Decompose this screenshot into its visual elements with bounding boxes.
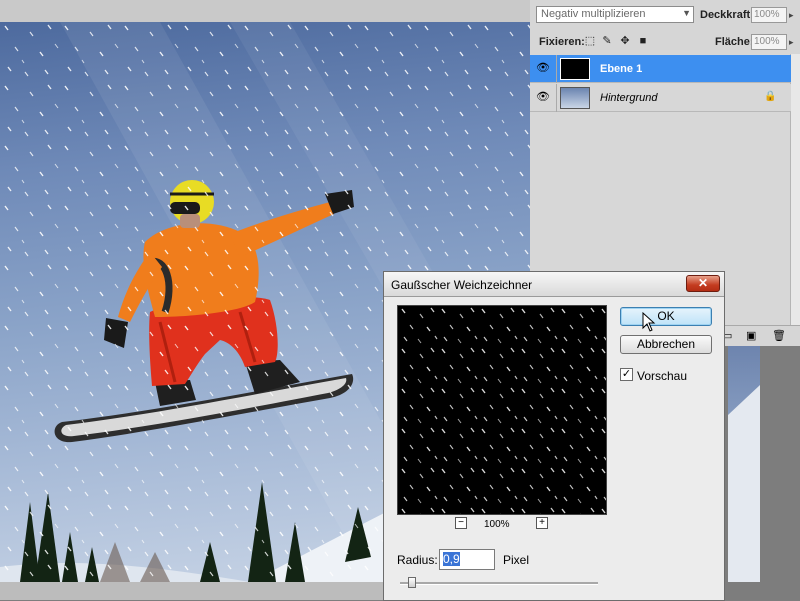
blur-preview[interactable] — [397, 305, 607, 515]
document-tab-strip — [0, 0, 530, 23]
cancel-button[interactable]: Abbrechen — [620, 335, 712, 354]
radius-slider-thumb[interactable] — [408, 577, 416, 588]
radius-label: Radius: — [397, 553, 438, 567]
cursor-icon — [642, 312, 656, 332]
preview-snow-image — [398, 306, 606, 514]
zoom-level: 100% — [484, 519, 510, 530]
fill-label: Fläche: — [715, 36, 754, 48]
ok-button[interactable]: OK — [620, 307, 712, 326]
fill-arrow-icon[interactable]: ▸ — [789, 37, 794, 48]
layer-thumbnail — [560, 87, 590, 109]
layer-name: Ebene 1 — [600, 63, 643, 75]
checkmark-icon: ✓ — [621, 368, 632, 380]
blend-mode-select[interactable]: Negativ multiplizieren ▼ — [536, 6, 694, 23]
close-button[interactable]: ✕ — [686, 275, 720, 292]
radius-unit-label: Pixel — [503, 553, 530, 567]
dialog-titlebar[interactable]: Gaußscher Weichzeichner ✕ — [384, 272, 724, 297]
opacity-arrow-icon[interactable]: ▸ — [789, 10, 794, 21]
eye-icon[interactable]: 👁 — [536, 90, 550, 104]
layer-name: Hintergrund — [600, 92, 658, 104]
lock-transparency-icon[interactable]: ⬚ — [584, 35, 596, 47]
opacity-input[interactable]: 100% — [751, 7, 787, 23]
chevron-down-icon: ▼ — [682, 8, 691, 18]
layer-thumbnail — [560, 58, 590, 80]
close-icon: ✕ — [697, 276, 709, 290]
preview-checkbox[interactable]: ✓ — [620, 368, 633, 381]
layer-row-hintergrund[interactable]: 👁 Hintergrund 🔒 — [530, 84, 791, 112]
zoom-in-button[interactable]: + — [536, 517, 548, 529]
gaussian-blur-dialog: Gaußscher Weichzeichner ✕ − 100% + OK Ab… — [383, 271, 725, 601]
layers-scrollbar[interactable] — [790, 54, 800, 325]
layer-row-ebene-1[interactable]: 👁 Ebene 1 — [530, 55, 791, 83]
radius-input[interactable]: 0,9 — [439, 549, 495, 570]
lock-position-move-icon[interactable]: ✥ — [619, 35, 631, 47]
fill-input[interactable]: 100% — [751, 34, 787, 50]
radius-slider-track[interactable] — [400, 582, 598, 585]
new-layer-icon[interactable]: ▣ — [746, 329, 756, 342]
lock-pixels-brush-icon[interactable]: ✎ — [601, 35, 613, 47]
radius-value: 0,9 — [443, 552, 460, 566]
trash-icon[interactable]: 🗑 — [772, 329, 786, 342]
lock-all-icon[interactable]: ■ — [637, 35, 649, 47]
opacity-label: Deckkraft: — [700, 9, 754, 21]
blend-mode-value: Negativ multiplizieren — [541, 8, 646, 20]
eye-icon[interactable]: 👁 — [536, 61, 550, 75]
canvas-right-edge — [728, 345, 760, 582]
zoom-out-button[interactable]: − — [455, 517, 467, 529]
preview-label: Vorschau — [637, 369, 688, 383]
lock-icon: 🔒 — [764, 91, 777, 102]
dialog-title: Gaußscher Weichzeichner — [391, 278, 533, 292]
lock-label: Fixieren: — [539, 36, 585, 48]
